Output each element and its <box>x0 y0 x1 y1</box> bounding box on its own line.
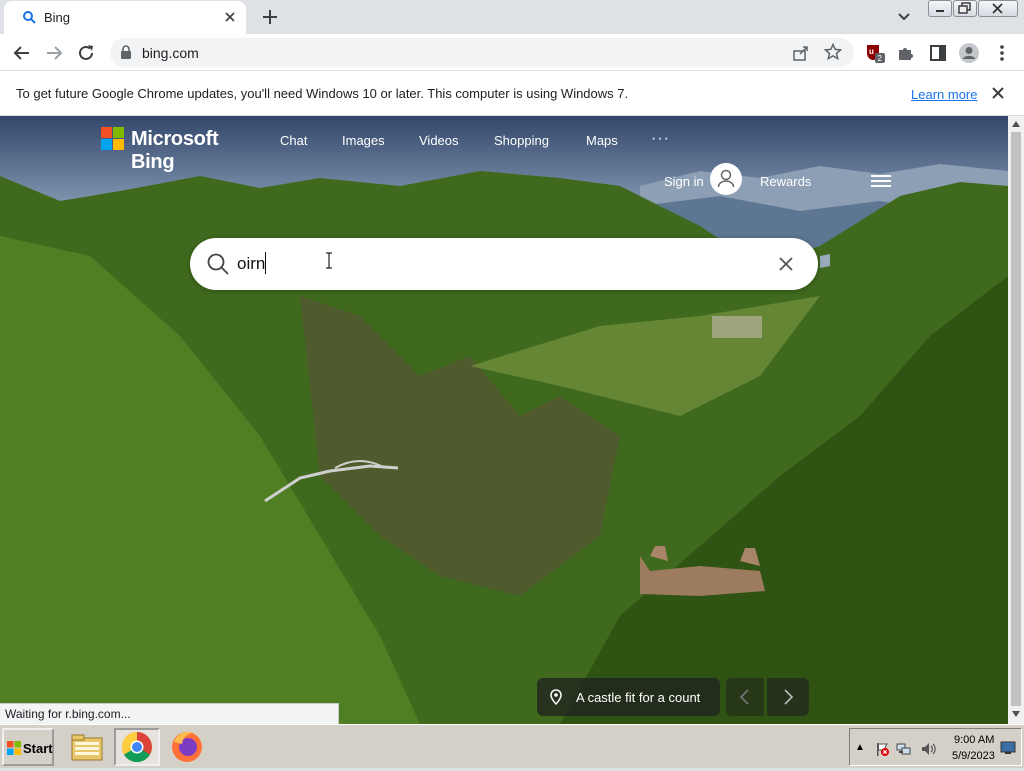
scroll-down-icon[interactable] <box>1012 710 1020 718</box>
status-bubble: Waiting for r.bing.com... <box>0 703 339 724</box>
nav-maps[interactable]: Maps <box>586 133 618 148</box>
text-caret <box>265 252 266 274</box>
share-icon[interactable] <box>792 44 810 62</box>
ublock-extension-icon[interactable]: u 2 <box>864 42 886 64</box>
tab-bing[interactable]: Bing <box>4 1 246 34</box>
taskbar: Start ▲ 9:00 AM 5/9/2023 <box>0 724 1024 768</box>
side-panel-icon[interactable] <box>927 42 949 64</box>
firefox-icon <box>172 731 202 762</box>
search-box[interactable]: oirn <box>190 238 818 290</box>
next-image-button[interactable] <box>767 678 809 716</box>
nav-videos[interactable]: Videos <box>419 133 459 148</box>
chrome-icon <box>121 732 152 763</box>
extension-badge: 2 <box>878 54 883 63</box>
system-tray: ▲ 9:00 AM 5/9/2023 <box>849 728 1022 766</box>
ms-logo-red-square <box>101 127 112 138</box>
page-scrollbar[interactable] <box>1008 116 1024 724</box>
taskbar-firefox[interactable] <box>164 728 210 766</box>
previous-image-button[interactable] <box>726 678 764 716</box>
chevron-right-icon <box>784 689 794 705</box>
forward-icon[interactable] <box>43 42 65 64</box>
hamburger-menu-icon[interactable] <box>871 173 891 189</box>
ms-logo-yellow-square <box>113 139 124 150</box>
network-icon[interactable] <box>896 741 912 757</box>
close-tab-icon[interactable] <box>222 9 238 25</box>
file-explorer-icon <box>71 734 103 761</box>
browser-toolbar: bing.com u 2 <box>0 34 1024 71</box>
tab-strip: Bing <box>0 0 1024 34</box>
nav-images[interactable]: Images <box>342 133 385 148</box>
search-icon[interactable] <box>206 252 230 276</box>
clear-search-icon[interactable] <box>778 256 794 272</box>
chevron-down-icon[interactable] <box>894 8 914 26</box>
taskbar-file-explorer[interactable] <box>64 728 110 766</box>
show-desktop-icon[interactable] <box>1000 741 1016 755</box>
info-bar-message: To get future Google Chrome updates, you… <box>16 86 629 101</box>
bing-search-icon <box>23 11 36 24</box>
more-menu-icon[interactable] <box>991 42 1013 64</box>
scrollbar-thumb[interactable] <box>1011 132 1021 706</box>
ms-logo-blue-square <box>101 139 112 150</box>
scroll-up-icon[interactable] <box>1012 120 1020 128</box>
user-icon <box>717 169 735 188</box>
status-text: Waiting for r.bing.com... <box>5 707 131 721</box>
clock-date[interactable]: 5/9/2023 <box>952 750 995 762</box>
taskbar-chrome[interactable] <box>114 728 160 766</box>
minimize-window-button[interactable] <box>928 0 952 17</box>
ms-logo-green-square <box>113 127 124 138</box>
search-input[interactable]: oirn <box>237 254 265 274</box>
show-hidden-icons-icon[interactable]: ▲ <box>855 742 865 753</box>
new-tab-icon[interactable] <box>258 6 282 28</box>
nav-shopping[interactable]: Shopping <box>494 133 549 148</box>
address-bar[interactable]: bing.com <box>110 38 854 67</box>
clock-time[interactable]: 9:00 AM <box>954 734 994 746</box>
reload-icon[interactable] <box>75 42 97 64</box>
bing-logo-text: Microsoft Bing <box>131 128 219 173</box>
learn-more-link[interactable]: Learn more <box>911 87 977 102</box>
landscape-background <box>0 116 1008 724</box>
restore-window-button[interactable] <box>953 0 977 17</box>
action-center-flag-icon[interactable] <box>874 741 890 757</box>
image-caption[interactable]: A castle fit for a count <box>537 678 720 716</box>
tab-title: Bing <box>44 10 71 25</box>
start-button[interactable]: Start <box>2 728 54 766</box>
windows-flag-icon <box>7 741 21 755</box>
svg-text:u: u <box>869 47 874 56</box>
start-label: Start <box>23 741 53 756</box>
location-pin-icon <box>550 689 562 705</box>
extensions-puzzle-icon[interactable] <box>895 42 917 64</box>
avatar[interactable] <box>710 163 742 195</box>
nav-more-button[interactable]: ··· <box>651 130 670 148</box>
nav-chat[interactable]: Chat <box>280 133 307 148</box>
back-icon[interactable] <box>11 42 33 64</box>
bookmark-star-icon[interactable] <box>824 43 842 61</box>
lock-icon[interactable] <box>120 45 132 59</box>
rewards-link[interactable]: Rewards <box>760 174 811 189</box>
sign-in-link[interactable]: Sign in <box>664 174 704 189</box>
close-icon[interactable] <box>990 85 1006 101</box>
caption-text: A castle fit for a count <box>576 690 701 705</box>
microsoft-bing-logo[interactable]: Microsoft Bing <box>101 127 261 173</box>
close-window-button[interactable] <box>978 0 1018 17</box>
volume-icon[interactable] <box>920 741 936 757</box>
chevron-left-icon <box>739 689 749 705</box>
profile-icon[interactable] <box>958 42 980 64</box>
url-text[interactable]: bing.com <box>142 45 199 61</box>
update-info-bar: To get future Google Chrome updates, you… <box>0 71 1024 116</box>
bing-homepage: Microsoft Bing Chat Images Videos Shoppi… <box>0 116 1008 724</box>
ibeam-cursor-icon <box>326 252 332 269</box>
